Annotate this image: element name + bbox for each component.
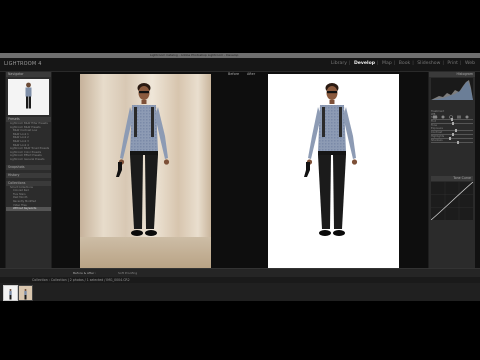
module-map[interactable]: Map — [381, 61, 393, 66]
thumb-person — [24, 289, 27, 300]
tone-curve-header[interactable]: Tone Curve — [431, 176, 473, 181]
right-panel: Histogram — [429, 72, 475, 268]
before-label: Before — [228, 72, 240, 76]
navigator-person-image — [25, 82, 32, 109]
person-after — [304, 83, 358, 236]
collection-item-selected[interactable]: Without Keywords — [6, 207, 51, 211]
tone-curve-header-wrap: Tone Curve — [431, 176, 473, 181]
histogram — [431, 78, 473, 100]
tone-curve-graph — [430, 181, 474, 221]
preset-item[interactable]: Lightroom General Presets — [6, 158, 51, 162]
histogram-graph — [431, 80, 473, 100]
left-panel-toggle[interactable] — [0, 72, 5, 268]
collection-list: Smart Collections Colored Red Five Stars… — [6, 186, 51, 211]
before-image[interactable] — [80, 74, 211, 268]
navigator-preview[interactable] — [8, 79, 49, 115]
person-before — [116, 83, 170, 236]
filmstrip — [0, 283, 480, 301]
module-web[interactable]: Web — [464, 61, 476, 66]
preset-list: Lightroom B&W Filter Presets Lightroom B… — [6, 122, 51, 162]
view-mode-label: Before & After : — [73, 271, 97, 275]
tool-strip — [431, 104, 473, 119]
shadows-slider[interactable] — [431, 141, 473, 144]
right-panel-toggle[interactable] — [475, 72, 480, 268]
after-image[interactable] — [268, 74, 399, 268]
after-label: After — [247, 72, 256, 76]
module-library[interactable]: Library — [330, 61, 348, 66]
module-book[interactable]: Book — [398, 61, 411, 66]
tone-curve[interactable] — [430, 181, 474, 221]
filmstrip-path: Collection : Collection | 2 photos / 1 s… — [32, 278, 130, 282]
filmstrip-thumb[interactable] — [3, 285, 18, 301]
thumb-person — [9, 289, 12, 300]
basic-panel: Treatment WB Temp Tint Tone Exposure Con… — [431, 110, 473, 144]
module-develop[interactable]: Develop — [353, 61, 376, 66]
soft-proofing-label[interactable]: Soft Proofing — [118, 271, 137, 275]
app-logo: LIGHTROOM 4 — [4, 61, 42, 67]
histogram-header[interactable]: Histogram — [429, 72, 475, 77]
module-print[interactable]: Print — [446, 61, 459, 66]
module-slideshow[interactable]: Slideshow — [416, 61, 441, 66]
filmstrip-thumb[interactable] — [18, 285, 33, 301]
module-picker: Library | Develop | Map | Book | Slideshow | … — [330, 61, 476, 66]
